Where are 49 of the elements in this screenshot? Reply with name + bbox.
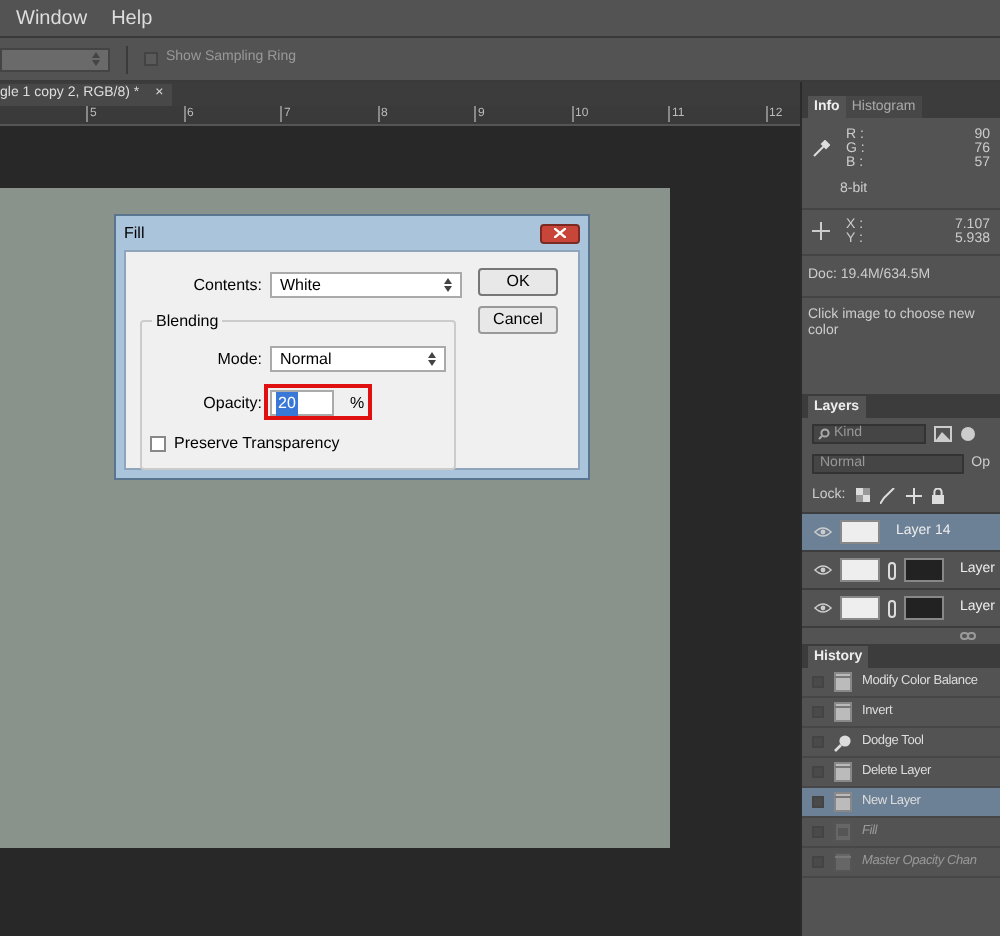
layer-thumbnail <box>840 596 880 620</box>
chain-icon <box>888 561 896 579</box>
checkbox-label: Preserve Transparency <box>174 432 340 456</box>
dropdown[interactable] <box>0 47 110 71</box>
brush-icon[interactable] <box>879 487 896 504</box>
eye-icon[interactable] <box>814 526 832 538</box>
updown-caret-icon <box>444 278 452 292</box>
menu-item[interactable]: Help <box>111 3 153 33</box>
field-label: Contents: <box>191 273 262 297</box>
menu-item[interactable]: Window <box>16 3 88 33</box>
magnifier-icon <box>834 733 852 751</box>
eye-icon[interactable] <box>814 602 832 614</box>
close-icon <box>554 228 566 238</box>
document-icon <box>834 792 852 812</box>
opacity-field[interactable]: 20 <box>270 390 334 416</box>
unit-label: % <box>350 391 365 415</box>
dropdown[interactable]: Normal <box>270 346 446 372</box>
ok-button[interactable]: OK <box>478 268 558 296</box>
lock-icon[interactable] <box>931 487 944 504</box>
document-icon <box>834 702 852 722</box>
dialog-title: Fill <box>124 221 145 245</box>
updown-caret-icon <box>428 352 436 366</box>
link-icon[interactable] <box>960 632 976 640</box>
field-label: Mode: <box>215 347 262 371</box>
updown-caret-icon <box>92 52 100 66</box>
document-icon <box>834 852 852 872</box>
checker-icon[interactable] <box>855 488 870 503</box>
circle-icon[interactable] <box>960 426 976 442</box>
chain-icon <box>888 599 896 617</box>
document-icon <box>834 762 852 782</box>
move-icon[interactable] <box>905 487 922 504</box>
eye-icon[interactable] <box>814 564 832 576</box>
search-icon <box>818 428 830 440</box>
document-icon <box>834 672 852 692</box>
mask-thumbnail <box>904 558 944 582</box>
close-button[interactable] <box>540 223 580 243</box>
field-label: Opacity: <box>201 391 262 415</box>
layer-thumbnail <box>840 558 880 582</box>
crosshair-icon <box>812 222 830 240</box>
highlight-frame <box>264 384 372 420</box>
image-icon[interactable] <box>934 426 952 442</box>
layer-thumbnail <box>840 520 880 544</box>
cancel-button[interactable]: Cancel <box>478 306 558 334</box>
checkbox[interactable] <box>150 436 166 452</box>
history-checkbox[interactable] <box>812 796 824 808</box>
eyedropper-icon <box>812 140 830 158</box>
dropdown[interactable]: White <box>270 272 462 298</box>
group-label: Blending <box>152 310 223 334</box>
mask-thumbnail <box>904 596 944 620</box>
